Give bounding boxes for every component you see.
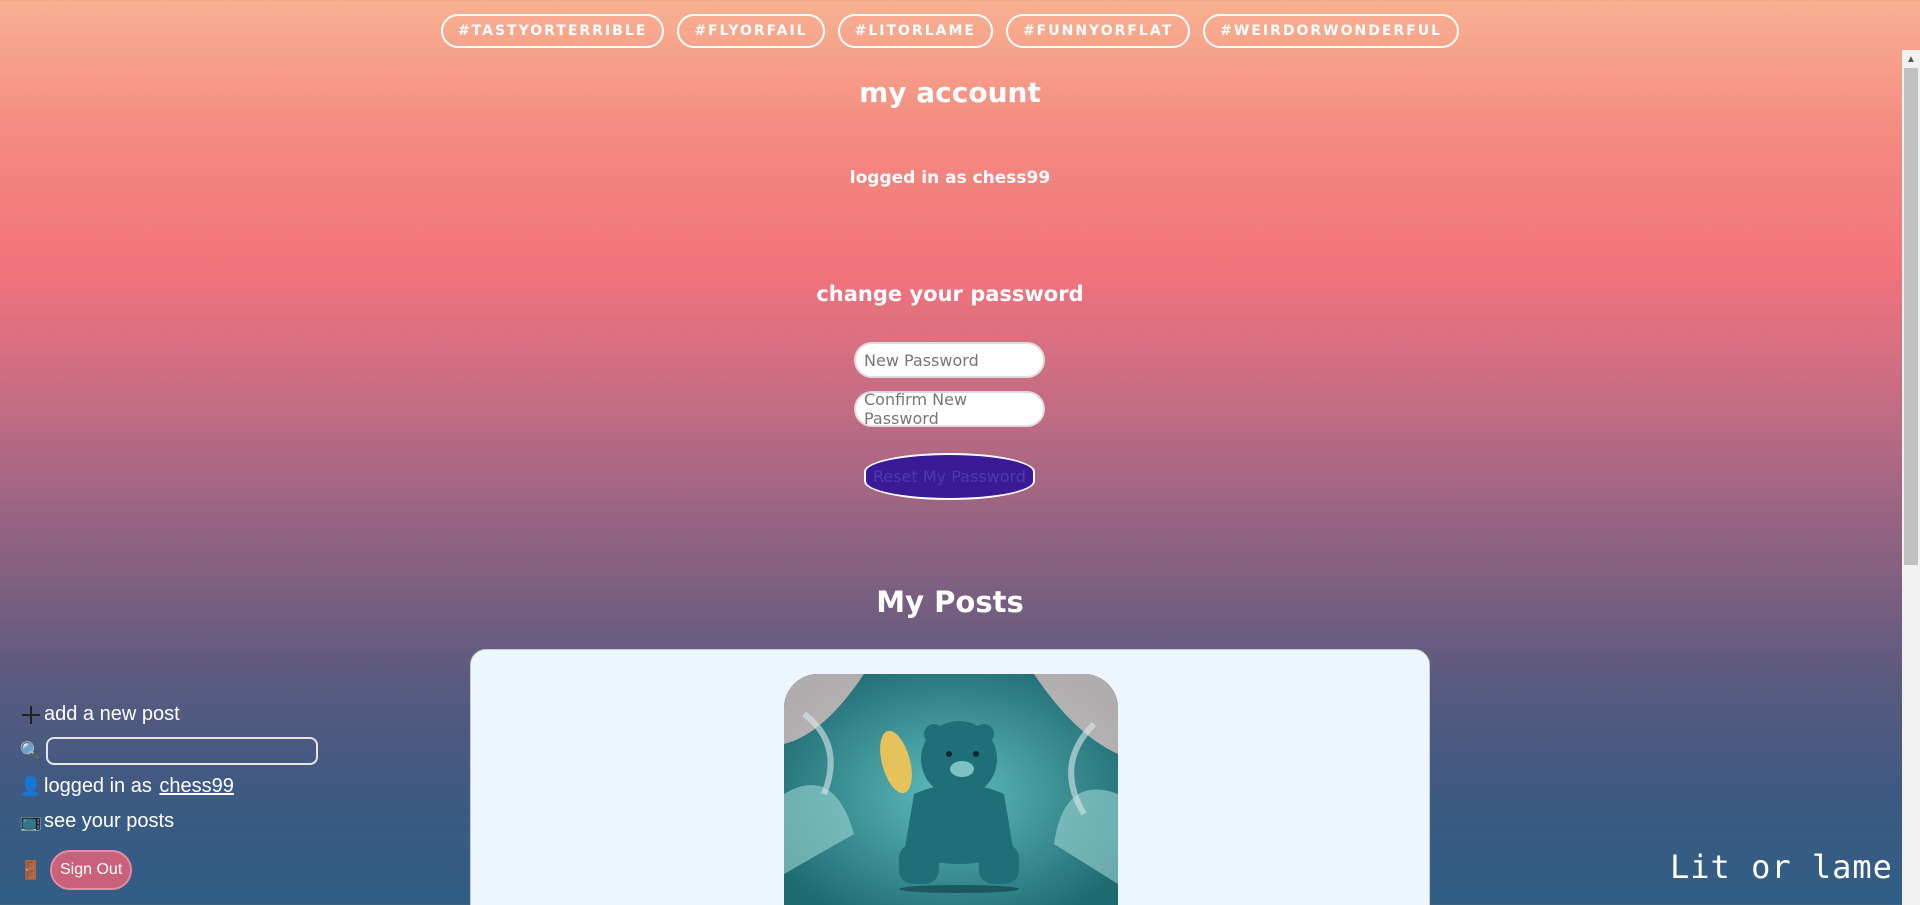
logged-in-status: logged in as chess99	[849, 168, 1051, 188]
sign-out-button[interactable]: Sign Out	[50, 850, 133, 890]
magnifier-icon: 🔍	[19, 740, 43, 761]
change-password-heading: change your password	[816, 282, 1084, 306]
confirm-password-input[interactable]: Confirm New Password	[854, 390, 1045, 428]
brand-logo: Lit or lame	[1670, 848, 1893, 886]
sidebar-logged-in: 👤 logged in as chess99	[20, 775, 234, 798]
sidebar-search: 🔍	[20, 737, 318, 765]
page-title: my account	[859, 76, 1041, 109]
sidebar-add-post[interactable]: add a new post	[20, 703, 180, 726]
sidebar-sign-out: 🚪 Sign Out	[19, 850, 133, 890]
door-icon: 🚪	[19, 859, 43, 880]
reset-password-button[interactable]: Reset My Password	[864, 453, 1035, 500]
scroll-up-arrow-icon[interactable]: ▲	[1906, 54, 1916, 65]
user-icon: 👤	[19, 776, 43, 796]
scrollbar[interactable]: ▲	[1902, 50, 1920, 905]
plus-icon	[20, 704, 42, 726]
tag-flyorfail[interactable]: #FLYORFAIL	[677, 14, 825, 48]
username-link[interactable]: chess99	[159, 775, 234, 798]
tag-litorlame[interactable]: #LITORLAME	[837, 14, 993, 48]
new-password-input[interactable]: New Password	[854, 342, 1045, 378]
logged-in-prefix: logged in as	[44, 775, 158, 797]
my-posts-heading: My Posts	[876, 585, 1024, 619]
bear-illustration	[784, 674, 1118, 905]
add-post-label: add a new post	[44, 703, 180, 725]
see-posts-label: see your posts	[44, 810, 175, 832]
hashtag-nav: #TASTYORTERRIBLE #FLYORFAIL #LITORLAME #…	[0, 14, 1900, 48]
post-image[interactable]	[784, 674, 1118, 905]
tag-tastyorterrible[interactable]: #TASTYORTERRIBLE	[440, 14, 665, 48]
tag-weirdorwonderful[interactable]: #WEIRDORWONDERFUL	[1203, 14, 1460, 48]
search-input[interactable]	[46, 737, 318, 765]
post-card	[470, 649, 1430, 905]
sidebar-see-posts[interactable]: 📺 see your posts	[20, 810, 174, 833]
tv-icon: 📺	[19, 811, 43, 831]
scrollbar-thumb[interactable]	[1904, 68, 1918, 565]
tag-funnyorflat[interactable]: #FUNNYORFLAT	[1005, 14, 1191, 48]
